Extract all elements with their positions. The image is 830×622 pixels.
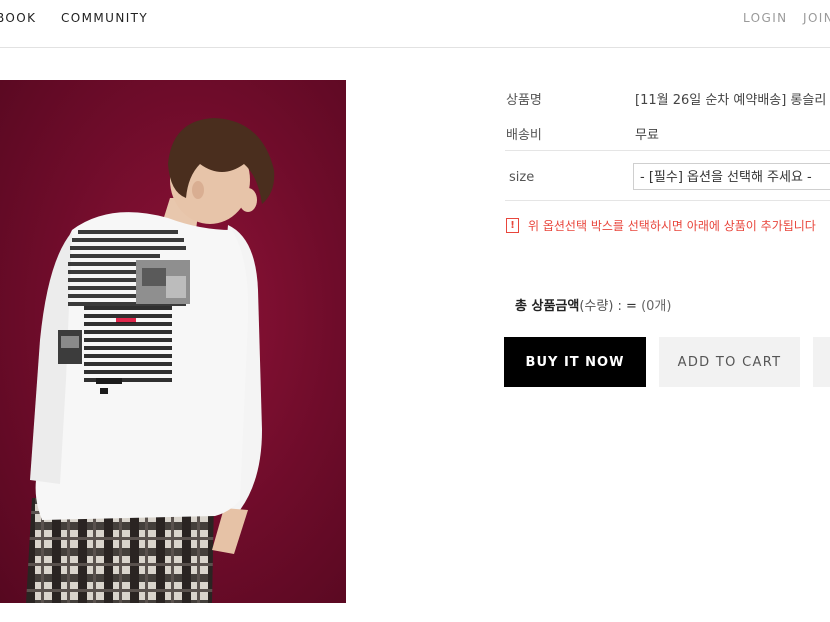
product-photo-illustration: [26, 118, 275, 603]
wishlist-button[interactable]: [813, 337, 830, 387]
top-navigation: BOOK COMMUNITY LOGIN JOIN: [0, 0, 830, 48]
product-image: [0, 80, 346, 603]
product-name-value: [11월 26일 순차 예약배송] 롱슬리: [635, 93, 827, 108]
size-label: size: [509, 170, 535, 185]
shipping-label: 배송비: [506, 128, 542, 143]
total-quantity: (0개): [641, 299, 672, 314]
total-price-value: =: [626, 299, 637, 314]
option-notice: ! 위 옵션선택 박스를 선택하시면 아래에 상품이 추가됩니다: [506, 217, 816, 234]
shipping-value: 무료: [635, 128, 659, 143]
divider: [505, 200, 830, 201]
nav-book[interactable]: BOOK: [0, 11, 36, 25]
divider: [505, 150, 830, 151]
total-quantity-label: (수량) :: [579, 299, 622, 314]
notice-text: 위 옵션선택 박스를 선택하시면 아래에 상품이 추가됩니다: [528, 219, 816, 233]
nav-community[interactable]: COMMUNITY: [61, 11, 148, 25]
add-to-cart-button[interactable]: ADD TO CART: [659, 337, 800, 387]
alert-icon: !: [506, 218, 519, 233]
nav-login[interactable]: LOGIN: [743, 11, 788, 25]
size-select[interactable]: - [필수] 옵션을 선택해 주세요 -: [633, 163, 830, 190]
buy-now-button[interactable]: BUY IT NOW: [504, 337, 646, 387]
total-label: 총 상품금액: [515, 299, 580, 314]
product-name-label: 상품명: [506, 93, 542, 108]
total-price: 총 상품금액(수량) : = (0개): [515, 295, 671, 314]
nav-join[interactable]: JOIN: [803, 11, 830, 25]
